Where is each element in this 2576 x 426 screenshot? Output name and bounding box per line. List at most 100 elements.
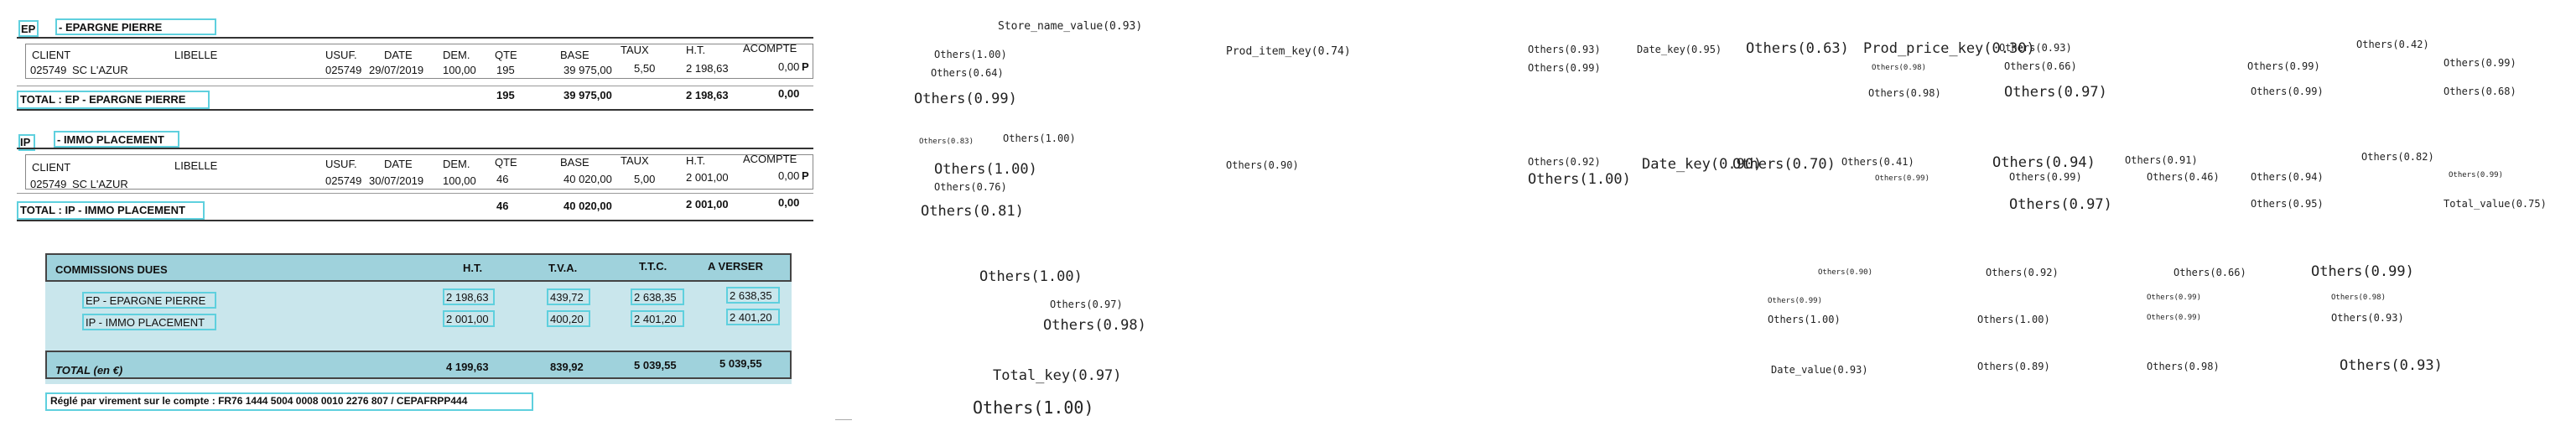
annotation-label: Others(1.00) bbox=[934, 161, 1037, 178]
commissions-row1-tva: 439,72 bbox=[550, 291, 584, 304]
commissions-col-tva: T.V.A. bbox=[548, 262, 578, 274]
annotation-label: Others(0.98) bbox=[1872, 64, 1927, 72]
ep-col-date: DATE bbox=[384, 49, 413, 61]
ep-col-libelle: LIBELLE bbox=[174, 49, 218, 61]
annotation-label: Others(0.42) bbox=[2356, 39, 2429, 50]
annotation-label: Prod_item_key(0.74) bbox=[1226, 45, 1351, 58]
ip-rule bbox=[17, 148, 813, 149]
annotation-label: Others(1.00) bbox=[1528, 171, 1631, 188]
commissions-total-label: TOTAL (en €) bbox=[55, 364, 123, 377]
commissions-row1-ttc: 2 638,35 bbox=[634, 291, 677, 304]
ip-col-usuf: USUF. bbox=[325, 158, 357, 170]
ip-row-client: 025749 bbox=[30, 178, 67, 190]
ep-row-marker: P bbox=[802, 60, 809, 73]
commissions-row2-tva: 400,20 bbox=[550, 313, 584, 325]
ip-row-libelle: SC L'AZUR bbox=[72, 178, 128, 190]
ep-col-usuf: USUF. bbox=[325, 49, 357, 61]
ip-total-rule bbox=[17, 193, 813, 194]
annotation-label: Others(0.99) bbox=[2444, 57, 2516, 69]
ip-row-acompte: 0,00 bbox=[778, 169, 800, 182]
commissions-total-ht: 4 199,63 bbox=[446, 361, 489, 373]
annotation-label: Store_name_value(0.93) bbox=[998, 20, 1143, 33]
annotation-label: Others(0.99) bbox=[2147, 314, 2202, 322]
ip-total-acompte: 0,00 bbox=[778, 196, 800, 209]
commissions-col-verser: A VERSER bbox=[708, 260, 763, 273]
ep-row-client: 025749 bbox=[30, 64, 67, 76]
ep-title: - EPARGNE PIERRE bbox=[59, 21, 163, 34]
ip-col-ht: H.T. bbox=[686, 154, 706, 167]
annotation-label: Others(0.89) bbox=[1977, 361, 2050, 372]
ip-row-usuf: 025749 bbox=[325, 174, 362, 187]
commissions-total-bar bbox=[45, 351, 792, 379]
payment-text: Réglé par virement sur le compte : FR76 … bbox=[50, 395, 468, 407]
annotation-label: Others(0.41) bbox=[1841, 156, 1914, 168]
commissions-row2-verser: 2 401,20 bbox=[730, 311, 772, 324]
annotation-label: Others(1.00) bbox=[973, 397, 1094, 418]
commissions-total-verser: 5 039,55 bbox=[719, 357, 762, 370]
annotation-label: Others(0.93) bbox=[1999, 42, 2072, 54]
commissions-row2-ht: 2 001,00 bbox=[446, 313, 489, 325]
annotation-label: Others(0.97) bbox=[2009, 196, 2112, 213]
annotation-label: Others(0.46) bbox=[2147, 171, 2220, 183]
ip-row-qte: 46 bbox=[496, 173, 509, 185]
commissions-total-tva: 839,92 bbox=[550, 361, 584, 373]
ip-col-dem: DEM. bbox=[443, 158, 470, 170]
ep-row-usuf: 025749 bbox=[325, 64, 362, 76]
annotation-label: Others(1.00) bbox=[1768, 314, 1841, 325]
annotation-label: Others(0.92) bbox=[1986, 267, 2059, 278]
ip-row-base: 40 020,00 bbox=[564, 173, 612, 185]
annotation-label: Others(1.00) bbox=[1977, 314, 2050, 325]
page-edge-mark bbox=[835, 419, 852, 420]
ip-title: - IMMO PLACEMENT bbox=[57, 133, 164, 146]
ep-col-client: CLIENT bbox=[32, 49, 71, 61]
annotation-label: Others(0.63) bbox=[1746, 40, 1849, 57]
ep-row-dem: 100,00 bbox=[443, 64, 476, 76]
annotation-label: Others(0.99) bbox=[2247, 60, 2320, 72]
ip-col-libelle: LIBELLE bbox=[174, 159, 218, 172]
ep-col-base: BASE bbox=[560, 49, 589, 61]
ip-col-base: BASE bbox=[560, 156, 589, 169]
annotation-label: Others(0.95) bbox=[2251, 198, 2324, 210]
ep-total-label: TOTAL : EP - EPARGNE PIERRE bbox=[20, 93, 186, 106]
ep-col-dem: DEM. bbox=[443, 49, 470, 61]
annotation-label: Others(0.98) bbox=[2331, 294, 2386, 302]
annotation-label: Others(0.91) bbox=[2125, 154, 2198, 166]
commissions-total-ttc: 5 039,55 bbox=[634, 359, 677, 371]
commissions-title: COMMISSIONS DUES bbox=[55, 263, 168, 276]
ip-row-date: 30/07/2019 bbox=[369, 174, 424, 187]
ip-total-label: TOTAL : IP - IMMO PLACEMENT bbox=[20, 204, 185, 216]
annotation-label: Others(0.66) bbox=[2174, 267, 2246, 278]
annotation-label: Others(0.92) bbox=[1528, 156, 1601, 168]
annotation-label: Others(0.90) bbox=[1226, 159, 1299, 171]
ep-total-acompte: 0,00 bbox=[778, 87, 800, 100]
ep-row-base: 39 975,00 bbox=[564, 64, 612, 76]
annotation-label: Others(0.93) bbox=[2331, 312, 2404, 324]
annotation-label: Others(0.99) bbox=[2147, 294, 2202, 302]
ep-col-ht: H.T. bbox=[686, 44, 706, 56]
annotation-label: Others(0.83) bbox=[919, 138, 974, 146]
annotation-label: Others(0.99) bbox=[2251, 86, 2324, 97]
annotation-label: Others(0.68) bbox=[2444, 86, 2516, 97]
ep-row-ht: 2 198,63 bbox=[686, 62, 729, 75]
annotation-label: Others(0.97) bbox=[1050, 299, 1123, 310]
ep-col-taux: TAUX bbox=[621, 44, 649, 56]
annotation-label: Others(0.94) bbox=[2251, 171, 2324, 183]
ip-total-qte: 46 bbox=[496, 200, 509, 212]
annotation-label: Others(0.98) bbox=[2147, 361, 2220, 372]
annotation-label: Others(0.93) bbox=[2340, 357, 2443, 374]
commissions-row2-ttc: 2 401,20 bbox=[634, 313, 677, 325]
ep-row-libelle: SC L'AZUR bbox=[72, 64, 128, 76]
ep-rule bbox=[17, 37, 813, 39]
annotation-label: Others(0.99) bbox=[1528, 62, 1601, 74]
annotation-label: Others(0.64) bbox=[931, 67, 1004, 79]
annotation-label: Others(0.99) bbox=[1875, 174, 1930, 183]
annotation-label: Date_key(0.95) bbox=[1637, 44, 1722, 55]
ep-total-ht: 2 198,63 bbox=[686, 89, 729, 101]
annotation-label: Others(0.99) bbox=[2311, 263, 2414, 280]
annotation-label: Date_value(0.93) bbox=[1771, 364, 1868, 376]
ip-col-date: DATE bbox=[384, 158, 413, 170]
ip-end-rule bbox=[17, 220, 813, 221]
ep-row-acompte: 0,00 bbox=[778, 60, 800, 73]
annotation-label: Total_value(0.75) bbox=[2444, 198, 2547, 210]
ip-col-taux: TAUX bbox=[621, 154, 649, 167]
